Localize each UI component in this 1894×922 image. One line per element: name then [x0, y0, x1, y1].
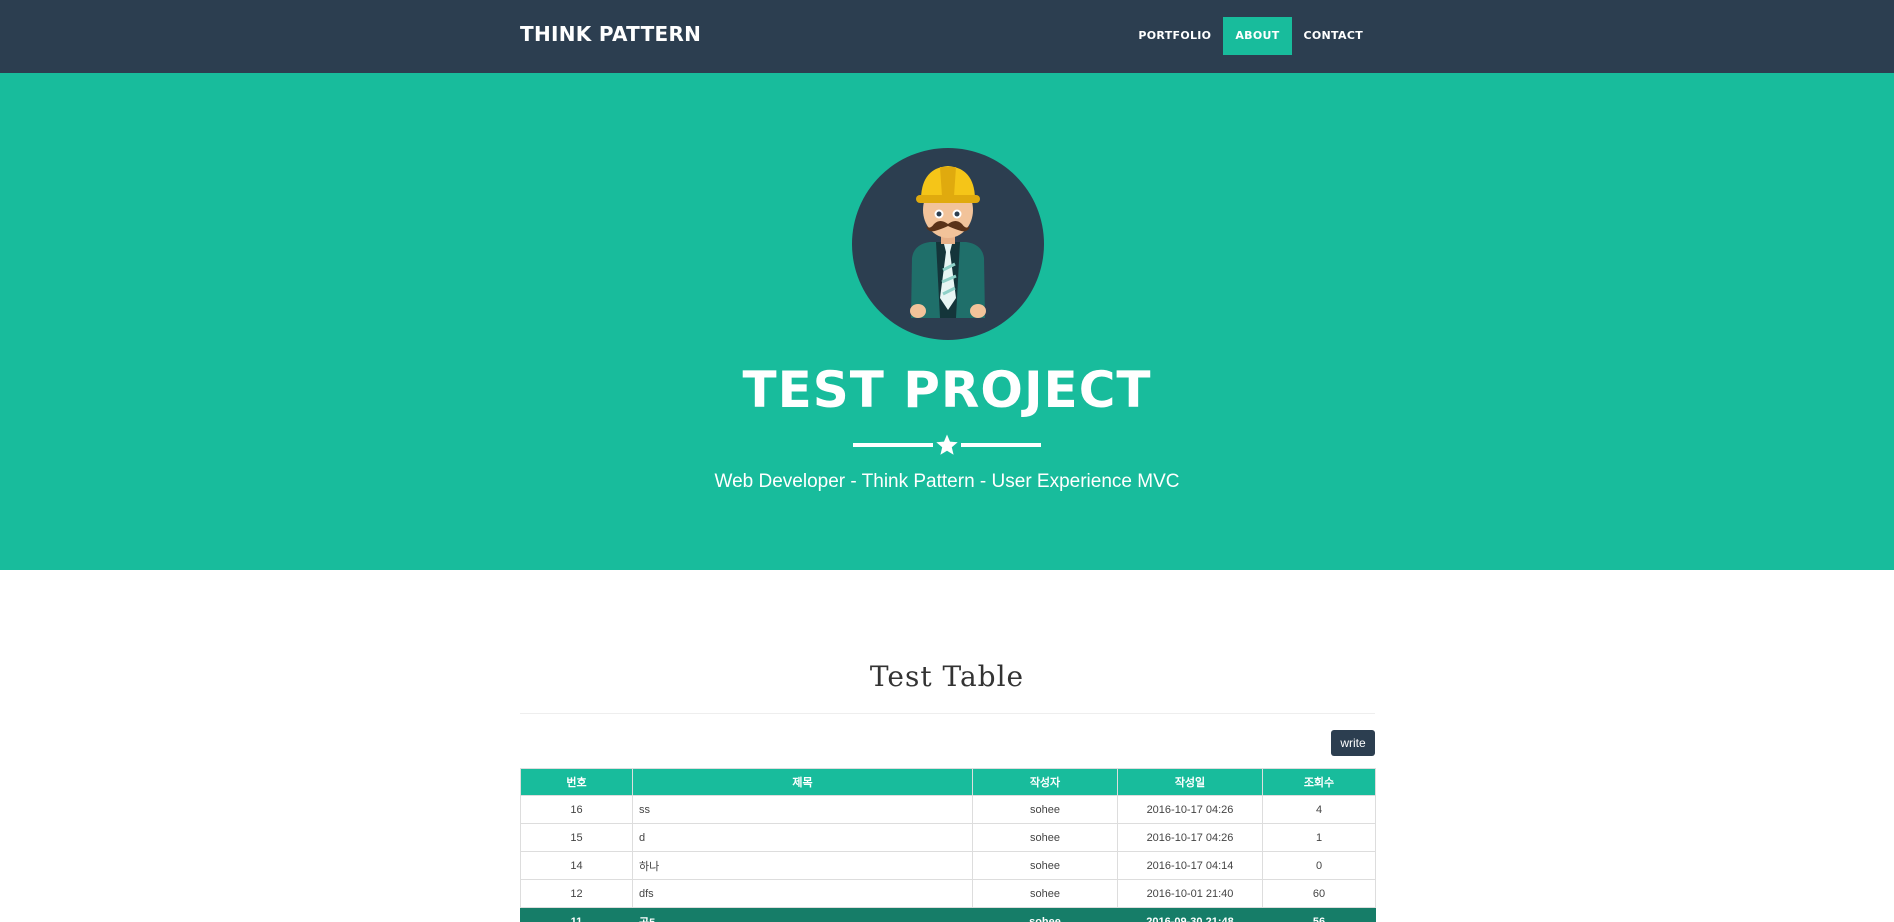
cell-number: 12 [520, 879, 633, 908]
cell-views: 1 [1262, 823, 1376, 852]
nav-item-contact[interactable]: CONTACT [1292, 17, 1375, 55]
table-row-hovered[interactable]: 11 공5 sohee 2016-09-30 21:48 56 [520, 907, 1376, 922]
cell-views: 56 [1262, 907, 1376, 922]
divider-line-right [961, 443, 1041, 447]
nav-item-portfolio[interactable]: PORTFOLIO [1126, 17, 1223, 55]
column-header-number[interactable]: 번호 [520, 768, 633, 796]
cell-author: sohee [972, 823, 1118, 852]
cell-author: sohee [972, 851, 1118, 880]
cell-views: 60 [1262, 879, 1376, 908]
cell-date: 2016-09-30 21:48 [1117, 907, 1263, 922]
column-header-views[interactable]: 조회수 [1262, 768, 1376, 796]
column-header-author[interactable]: 작성자 [972, 768, 1118, 796]
cell-number: 11 [520, 907, 633, 922]
hero-title: TEST PROJECT [742, 361, 1152, 419]
construction-worker-avatar-icon [852, 148, 1044, 340]
cell-date: 2016-10-17 04:26 [1117, 823, 1263, 852]
cell-number: 16 [520, 795, 633, 824]
cell-views: 0 [1262, 851, 1376, 880]
table-row[interactable]: 12 dfs sohee 2016-10-01 21:40 60 [520, 879, 1376, 908]
section-divider [520, 713, 1375, 714]
table-row[interactable]: 15 d sohee 2016-10-17 04:26 1 [520, 823, 1376, 852]
cell-views: 4 [1262, 795, 1376, 824]
cell-number: 14 [520, 851, 633, 880]
hero-subtitle: Web Developer - Think Pattern - User Exp… [714, 471, 1180, 492]
cell-subject-link[interactable]: 공5 [632, 907, 973, 922]
nav-item-about[interactable]: ABOUT [1223, 17, 1292, 55]
cell-date: 2016-10-01 21:40 [1117, 879, 1263, 908]
cell-date: 2016-10-17 04:14 [1117, 851, 1263, 880]
cell-author: sohee [972, 879, 1118, 908]
cell-subject-link[interactable]: dfs [632, 879, 973, 908]
cell-author: sohee [972, 795, 1118, 824]
section-title: Test Table [869, 660, 1025, 693]
cell-date: 2016-10-17 04:26 [1117, 795, 1263, 824]
table-row[interactable]: 16 ss sohee 2016-10-17 04:26 4 [520, 795, 1376, 824]
divider-line-left [853, 443, 933, 447]
cell-author: sohee [972, 907, 1118, 922]
cell-subject-link[interactable]: 하나 [632, 851, 973, 880]
write-button[interactable]: write [1331, 730, 1375, 756]
cell-subject-link[interactable]: ss [632, 795, 973, 824]
column-header-date[interactable]: 작성일 [1117, 768, 1263, 796]
top-navbar: THINK PATTERN PORTFOLIO ABOUT CONTACT [0, 0, 1894, 73]
board-table: 번호 제목 작성자 작성일 조회수 16 ss sohee 2016-10-17… [520, 768, 1376, 922]
main-nav: PORTFOLIO ABOUT CONTACT [1126, 17, 1375, 55]
brand-logo[interactable]: THINK PATTERN [520, 22, 701, 46]
table-row[interactable]: 14 하나 sohee 2016-10-17 04:14 0 [520, 851, 1376, 880]
column-header-subject[interactable]: 제목 [632, 768, 973, 796]
star-icon [936, 434, 958, 455]
hero-header: TEST PROJECT Web Developer - Think Patte… [0, 73, 1894, 570]
cell-number: 15 [520, 823, 633, 852]
star-divider [853, 433, 1041, 457]
cell-subject-link[interactable]: d [632, 823, 973, 852]
table-header-row: 번호 제목 작성자 작성일 조회수 [520, 768, 1376, 796]
